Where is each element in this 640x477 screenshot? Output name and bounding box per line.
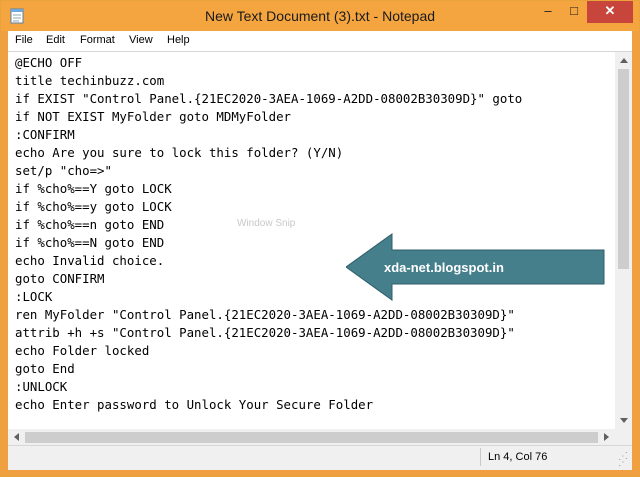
scroll-right-icon[interactable] bbox=[604, 433, 609, 441]
cursor-position: Ln 4, Col 76 bbox=[488, 451, 548, 463]
watermark-label: Window Snip bbox=[237, 218, 296, 229]
text-line: if EXIST "Control Panel.{21EC2020-3AEA-1… bbox=[15, 91, 523, 106]
text-line: :LOCK bbox=[15, 289, 53, 304]
menu-file[interactable]: File bbox=[15, 34, 33, 46]
maximize-button[interactable]: □ bbox=[561, 1, 587, 23]
text-line: echo Folder locked bbox=[15, 343, 150, 358]
menu-help[interactable]: Help bbox=[167, 34, 190, 46]
scroll-up-icon[interactable] bbox=[620, 58, 628, 63]
status-divider bbox=[480, 448, 481, 466]
text-line: goto CONFIRM bbox=[15, 271, 105, 286]
text-line: goto End bbox=[15, 361, 75, 376]
arrow-label: xda-net.blogspot.in bbox=[384, 260, 504, 275]
text-line: echo Are you sure to lock this folder? (… bbox=[15, 145, 344, 160]
text-area[interactable]: @ECHO OFF title techinbuzz.com if EXIST … bbox=[8, 52, 615, 429]
annotation-arrow: xda-net.blogspot.in bbox=[346, 233, 605, 301]
title-bar[interactable]: New Text Document (3).txt - Notepad – □ … bbox=[1, 1, 639, 31]
resize-grip-icon[interactable]: ⋰ ⋰ bbox=[618, 452, 628, 468]
vertical-scroll-thumb[interactable] bbox=[618, 69, 629, 269]
horizontal-scroll-thumb[interactable] bbox=[25, 432, 598, 443]
horizontal-scrollbar[interactable] bbox=[8, 429, 615, 446]
vertical-scrollbar[interactable] bbox=[615, 52, 632, 429]
editor-pane: @ECHO OFF title techinbuzz.com if EXIST … bbox=[8, 51, 632, 446]
text-line: @ECHO OFF bbox=[15, 55, 83, 70]
text-line: if NOT EXIST MyFolder goto MDMyFolder bbox=[15, 109, 292, 124]
text-line: echo Enter password to Unlock Your Secur… bbox=[15, 397, 374, 412]
scroll-down-icon[interactable] bbox=[620, 418, 628, 423]
minimize-button[interactable]: – bbox=[535, 1, 561, 23]
text-line: set/p "cho=>" bbox=[15, 163, 112, 178]
notepad-window: New Text Document (3).txt - Notepad – □ … bbox=[0, 0, 640, 477]
status-bar: Ln 4, Col 76 ⋰ ⋰ bbox=[8, 445, 632, 470]
close-button[interactable]: ✕ bbox=[587, 1, 633, 23]
scroll-left-icon[interactable] bbox=[14, 433, 19, 441]
text-line: :CONFIRM bbox=[15, 127, 75, 142]
text-line: if %cho%==Y goto LOCK bbox=[15, 181, 172, 196]
menu-format[interactable]: Format bbox=[80, 34, 115, 46]
text-line: attrib +h +s "Control Panel.{21EC2020-3A… bbox=[15, 325, 515, 340]
text-line: if %cho%==N goto END bbox=[15, 235, 165, 250]
text-line: echo Invalid choice. bbox=[15, 253, 165, 268]
text-line: if %cho%==y goto LOCK bbox=[15, 199, 172, 214]
scrollbar-corner bbox=[615, 429, 632, 446]
menu-edit[interactable]: Edit bbox=[46, 34, 65, 46]
text-line: :UNLOCK bbox=[15, 379, 68, 394]
text-line: title techinbuzz.com bbox=[15, 73, 165, 88]
menu-view[interactable]: View bbox=[129, 34, 153, 46]
menu-bar: File Edit Format View Help bbox=[8, 31, 632, 51]
text-line: if %cho%==n goto END bbox=[15, 217, 165, 232]
text-line: ren MyFolder "Control Panel.{21EC2020-3A… bbox=[15, 307, 515, 322]
